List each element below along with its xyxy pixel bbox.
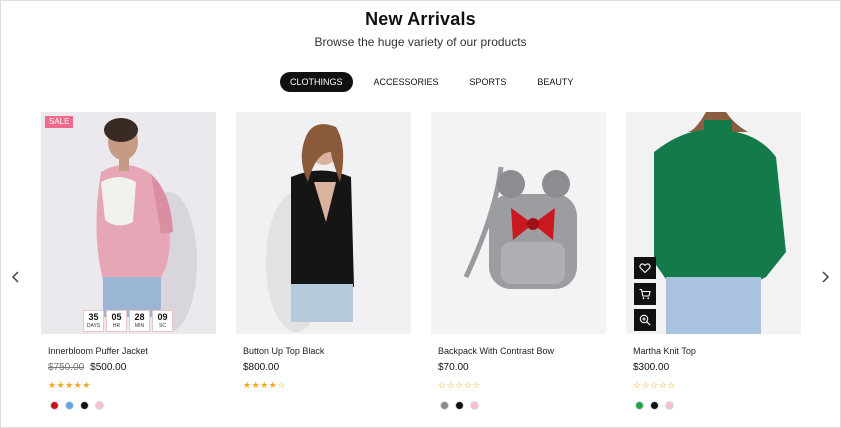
tab-accessories[interactable]: ACCESSORIES <box>364 72 449 92</box>
current-price: $500.00 <box>90 362 127 373</box>
star-empty-icon: ☆ <box>650 380 659 390</box>
color-swatch[interactable] <box>95 401 104 410</box>
color-swatch[interactable] <box>50 401 59 410</box>
chevron-left-icon[interactable] <box>9 270 23 284</box>
star-empty-icon: ☆ <box>641 380 651 390</box>
product-card[interactable]: SALE 35 DAYS 05 HR 28 MIN 09 SC Innerblo… <box>41 112 216 410</box>
product-card[interactable]: Martha Knit Top $300.00 ☆☆☆☆☆ <box>626 112 801 410</box>
tab-clothings[interactable]: CLOTHINGS <box>280 72 353 92</box>
star-filled-icon: ★ <box>243 380 252 390</box>
countdown-minutes: 28 MIN <box>129 310 150 332</box>
zoom-icon[interactable] <box>634 309 656 331</box>
star-empty-icon: ☆ <box>446 380 456 390</box>
color-swatch[interactable] <box>470 401 479 410</box>
star-filled-icon: ★ <box>56 380 66 390</box>
product-price: $750.00 $500.00 <box>48 362 126 373</box>
product-image[interactable] <box>236 112 411 334</box>
star-empty-icon: ☆ <box>633 380 642 390</box>
star-filled-icon: ★ <box>260 380 269 390</box>
heart-icon[interactable] <box>634 257 656 279</box>
color-swatch[interactable] <box>65 401 74 410</box>
product-price: $300.00 <box>633 362 669 373</box>
star-filled-icon: ★ <box>82 380 91 390</box>
star-empty-icon: ☆ <box>667 380 676 390</box>
color-swatch[interactable] <box>635 401 644 410</box>
product-name[interactable]: Martha Knit Top <box>633 346 696 356</box>
star-empty-icon: ☆ <box>455 380 464 390</box>
tab-beauty[interactable]: BEAUTY <box>527 72 583 92</box>
product-price: $800.00 <box>243 362 279 373</box>
star-empty-icon: ☆ <box>277 380 286 390</box>
star-empty-icon: ☆ <box>438 380 447 390</box>
star-filled-icon: ★ <box>48 380 57 390</box>
cart-icon[interactable] <box>634 283 656 305</box>
product-card[interactable]: Button Up Top Black $800.00 ★★★★☆ <box>236 112 411 390</box>
old-price: $750.00 <box>48 362 85 373</box>
current-price: $70.00 <box>438 362 469 373</box>
color-swatches <box>635 401 680 410</box>
star-filled-icon: ★ <box>65 380 74 390</box>
category-tabs: CLOTHINGS ACCESSORIES SPORTS BEAUTY <box>280 72 583 92</box>
countdown-seconds: 09 SC <box>152 310 173 332</box>
star-empty-icon: ☆ <box>472 380 481 390</box>
product-card[interactable]: Backpack With Contrast Bow $70.00 ☆☆☆☆☆ <box>431 112 606 410</box>
color-swatch[interactable] <box>440 401 449 410</box>
color-swatch[interactable] <box>80 401 89 410</box>
countdown-hours: 05 HR <box>106 310 127 332</box>
quick-actions <box>634 257 656 334</box>
product-name[interactable]: Innerbloom Puffer Jacket <box>48 346 148 356</box>
color-swatches <box>440 401 485 410</box>
product-price: $70.00 <box>438 362 469 373</box>
section-title: New Arrivals <box>365 9 476 29</box>
rating-stars: ☆☆☆☆☆ <box>633 380 676 391</box>
product-image[interactable]: SALE 35 DAYS 05 HR 28 MIN 09 SC <box>41 112 216 334</box>
current-price: $800.00 <box>243 362 280 373</box>
tab-sports[interactable]: SPORTS <box>460 72 517 92</box>
color-swatch[interactable] <box>650 401 659 410</box>
product-name[interactable]: Button Up Top Black <box>243 346 324 356</box>
section-subtitle: Browse the huge variety of our products <box>314 35 527 49</box>
color-swatch[interactable] <box>455 401 464 410</box>
product-name[interactable]: Backpack With Contrast Bow <box>438 346 554 356</box>
rating-stars: ★★★★☆ <box>243 380 286 391</box>
sale-badge: SALE <box>45 116 74 128</box>
rating-stars: ★★★★★ <box>48 380 91 391</box>
star-filled-icon: ★ <box>251 380 261 390</box>
current-price: $300.00 <box>633 362 670 373</box>
color-swatches <box>50 401 110 410</box>
rating-stars: ☆☆☆☆☆ <box>438 380 481 391</box>
product-image[interactable] <box>626 112 801 334</box>
product-image[interactable] <box>431 112 606 334</box>
countdown-timer: 35 DAYS 05 HR 28 MIN 09 SC <box>81 310 173 332</box>
color-swatch[interactable] <box>665 401 674 410</box>
countdown-days: 35 DAYS <box>83 310 104 332</box>
chevron-right-icon[interactable] <box>818 270 832 284</box>
